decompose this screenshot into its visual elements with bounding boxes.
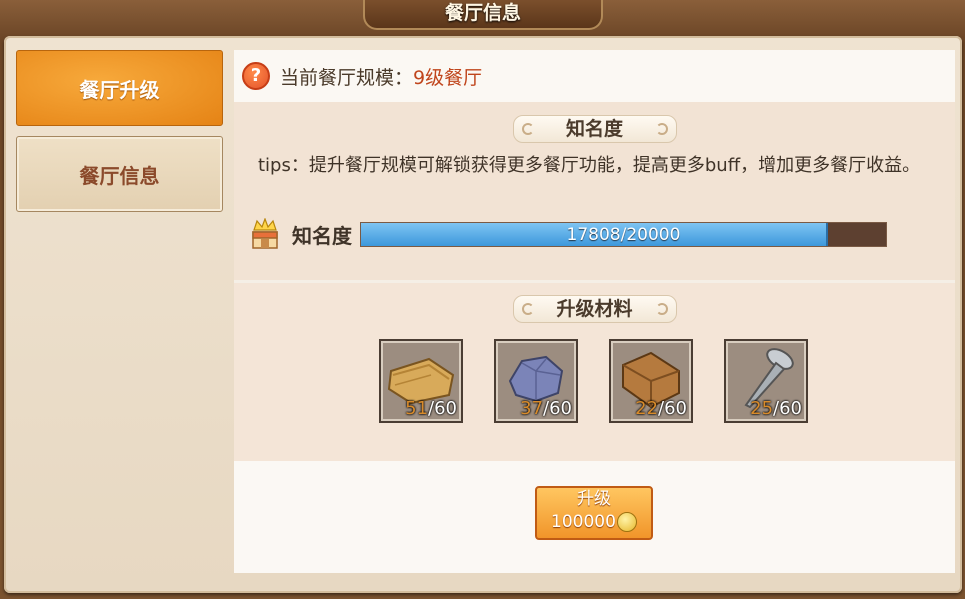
scroll-curl-icon	[655, 123, 668, 135]
sidebar: 餐厅升级 餐厅信息	[16, 50, 223, 222]
material-slot-stone[interactable]: 37/60	[494, 339, 578, 423]
material-count: 25/60	[750, 398, 802, 419]
fame-section-title-text: 知名度	[565, 118, 623, 140]
materials-grid: 51/60 37/60 22/60 25/60	[379, 339, 839, 423]
fame-progress-text: 17808/20000	[566, 224, 681, 245]
tab-restaurant-upgrade[interactable]: 餐厅升级	[16, 50, 223, 126]
crown-shop-icon	[248, 217, 282, 250]
window-frame: 餐厅信息 餐厅升级 餐厅信息 ? 当前餐厅规模： 9级餐厅 知名度 tips：提…	[0, 0, 965, 599]
tab-restaurant-info[interactable]: 餐厅信息	[16, 136, 223, 212]
scroll-curl-icon	[655, 303, 668, 315]
restaurant-scale-row: ? 当前餐厅规模： 9级餐厅	[234, 50, 955, 102]
help-question-icon[interactable]: ?	[242, 62, 270, 90]
gold-coin-icon	[616, 512, 637, 532]
upgrade-button[interactable]: 升级 100000	[535, 486, 653, 540]
upgrade-cost-value: 100000	[551, 512, 616, 532]
tips-text: tips：提升餐厅规模可解锁获得更多餐厅功能，提高更多buff，增加更多餐厅收益…	[258, 155, 921, 176]
upgrade-area: 升级 100000	[234, 461, 955, 573]
upgrade-cost: 100000	[537, 510, 651, 534]
materials-section-title: 升级材料	[512, 295, 677, 323]
material-count: 51/60	[405, 398, 457, 419]
material-slot-nail[interactable]: 25/60	[724, 339, 808, 423]
material-slot-brick[interactable]: 22/60	[609, 339, 693, 423]
scale-value: 9级餐厅	[413, 66, 483, 89]
materials-section: 升级材料 51/60 37/60 22/60 25/60	[234, 283, 955, 461]
scroll-curl-icon	[521, 123, 534, 135]
fame-section-title: 知名度	[512, 115, 677, 143]
materials-section-title-text: 升级材料	[556, 298, 633, 320]
material-count: 37/60	[520, 398, 572, 419]
scale-label: 当前餐厅规模：	[280, 66, 414, 89]
fame-label: 知名度	[292, 223, 352, 248]
tab-label: 餐厅升级	[79, 77, 160, 102]
fame-section: 知名度 tips：提升餐厅规模可解锁获得更多餐厅功能，提高更多buff，增加更多…	[234, 102, 955, 280]
material-count: 22/60	[635, 398, 687, 419]
content-area: ? 当前餐厅规模： 9级餐厅 知名度 tips：提升餐厅规模可解锁获得更多餐厅功…	[234, 50, 955, 573]
fame-row: 知名度 17808/20000	[248, 217, 887, 250]
window-title: 餐厅信息	[363, 0, 603, 30]
material-slot-wood[interactable]: 51/60	[379, 339, 463, 423]
scroll-curl-icon	[521, 303, 534, 315]
tab-label: 餐厅信息	[79, 163, 160, 188]
upgrade-label: 升级	[577, 489, 611, 509]
fame-progress-bar: 17808/20000	[360, 221, 887, 247]
